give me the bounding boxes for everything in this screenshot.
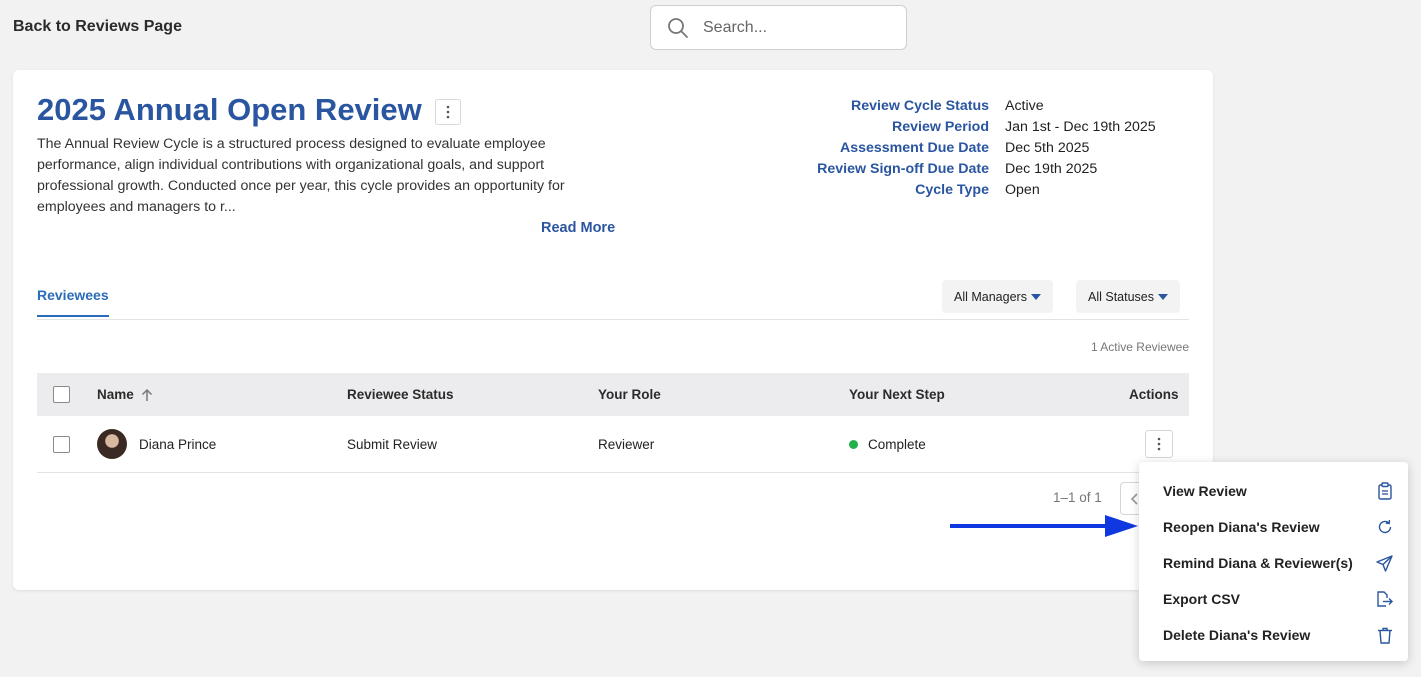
page-title: 2025 Annual Open Review — [37, 92, 422, 127]
kebab-icon — [446, 105, 450, 119]
cycle-options-button[interactable] — [435, 99, 461, 125]
reviewee-status-cell: Submit Review — [347, 436, 438, 452]
read-more-link[interactable]: Read More — [541, 220, 615, 236]
meta-value: Dec 5th 2025 — [1005, 139, 1090, 156]
reviewee-name: Diana Prince — [139, 436, 217, 452]
sort-ascending-icon — [141, 388, 152, 401]
annotation-arrow-icon — [950, 515, 1138, 537]
column-header-name[interactable]: Name — [97, 387, 154, 402]
caret-down-icon — [1030, 293, 1041, 300]
tab-divider — [37, 319, 1189, 320]
back-to-reviews-link[interactable]: Back to Reviews Page — [13, 18, 182, 36]
menu-item-label: Remind Diana & Reviewer(s) — [1163, 555, 1353, 571]
meta-row-signoff-due: Review Sign-off Due Date Dec 19th 2025 — [773, 158, 1156, 179]
clipboard-icon — [1378, 482, 1392, 500]
trash-icon — [1378, 627, 1392, 644]
your-role-cell: Reviewer — [598, 436, 655, 452]
meta-row-status: Review Cycle Status Active — [773, 95, 1156, 116]
menu-item-delete-review[interactable]: Delete Diana's Review — [1163, 617, 1393, 653]
cycle-description: The Annual Review Cycle is a structured … — [37, 136, 565, 215]
menu-item-remind[interactable]: Remind Diana & Reviewer(s) — [1163, 545, 1393, 581]
row-checkbox[interactable] — [53, 435, 70, 453]
managers-filter[interactable]: All Managers — [942, 280, 1053, 313]
send-icon — [1376, 554, 1393, 572]
avatar — [97, 429, 127, 459]
next-step-label: Complete — [868, 436, 926, 452]
search-icon — [668, 17, 688, 38]
column-header-actions: Actions — [1129, 387, 1179, 402]
meta-label: Cycle Type — [915, 181, 989, 198]
column-header-status: Reviewee Status — [347, 387, 454, 402]
menu-item-label: Export CSV — [1163, 591, 1241, 607]
row-actions-menu: View Review Reopen Diana's Review Remind… — [1139, 462, 1408, 661]
menu-item-export-csv[interactable]: Export CSV — [1163, 581, 1393, 617]
kebab-icon — [1157, 437, 1161, 451]
menu-item-reopen-review[interactable]: Reopen Diana's Review — [1163, 509, 1393, 545]
pagination-label: 1–1 of 1 — [1053, 490, 1102, 505]
meta-row-cycle-type: Cycle Type Open — [773, 179, 1156, 200]
menu-item-label: Reopen Diana's Review — [1163, 519, 1320, 535]
menu-item-label: View Review — [1163, 483, 1247, 499]
column-header-role: Your Role — [598, 387, 661, 402]
refresh-icon — [1378, 519, 1392, 534]
active-reviewee-count: 1 Active Reviewee — [1090, 340, 1189, 354]
meta-value: Open — [1005, 181, 1040, 198]
managers-filter-label: All Managers — [954, 289, 1027, 304]
row-actions-button[interactable] — [1145, 430, 1173, 458]
next-step-cell: Complete — [849, 437, 926, 452]
meta-value: Dec 19th 2025 — [1005, 160, 1098, 177]
select-all-checkbox[interactable] — [53, 386, 70, 403]
menu-item-view-review[interactable]: View Review — [1163, 473, 1393, 509]
reviewee-name-cell[interactable]: Diana Prince — [97, 429, 216, 459]
export-file-icon — [1377, 591, 1393, 607]
search-box[interactable] — [650, 5, 907, 50]
meta-row-period: Review Period Jan 1st - Dec 19th 2025 — [773, 116, 1156, 137]
status-dot-icon — [849, 439, 858, 449]
menu-item-label: Delete Diana's Review — [1163, 627, 1311, 643]
meta-label: Assessment Due Date — [839, 139, 989, 156]
meta-label: Review Sign-off Due Date — [817, 160, 989, 177]
cycle-meta: Review Cycle Status Active Review Period… — [773, 95, 1156, 200]
meta-row-assessment-due: Assessment Due Date Dec 5th 2025 — [773, 137, 1156, 158]
statuses-filter[interactable]: All Statuses — [1076, 280, 1181, 313]
caret-down-icon — [1158, 293, 1169, 300]
meta-label: Review Cycle Status — [851, 97, 989, 114]
table-header: Name Reviewee Status Your Role Your Next… — [37, 373, 1189, 416]
table-row: Diana Prince Submit Review Reviewer Comp… — [37, 416, 1189, 473]
search-input[interactable] — [703, 18, 883, 37]
column-header-next-step: Your Next Step — [849, 387, 945, 402]
tab-reviewees[interactable]: Reviewees — [37, 287, 109, 317]
meta-value: Jan 1st - Dec 19th 2025 — [1005, 118, 1156, 135]
meta-value: Active — [1005, 97, 1044, 114]
statuses-filter-label: All Statuses — [1088, 289, 1155, 304]
meta-label: Review Period — [892, 118, 989, 135]
review-cycle-card: 2025 Annual Open Review The Annual Revie… — [13, 70, 1213, 590]
column-label: Name — [97, 387, 134, 402]
